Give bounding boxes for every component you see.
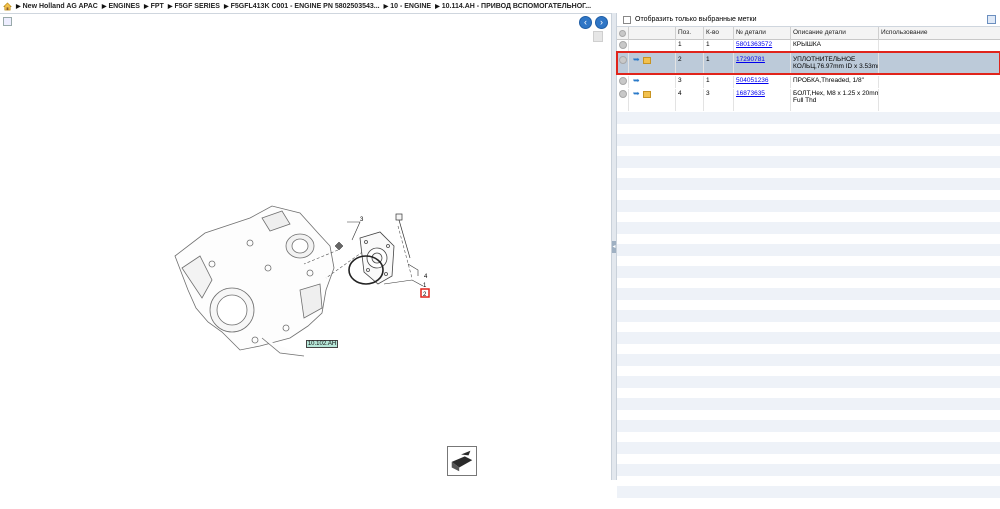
- cell-usage: [879, 52, 1000, 74]
- description-line-2: КОЛЬЦ,76.97mm ID x 3.53mm: [793, 63, 879, 70]
- cell-position: 3: [676, 76, 704, 88]
- table-row[interactable]: 1 1 5801363572 КРЫШКА: [617, 40, 1000, 52]
- cover-plate-drawing: [359, 231, 395, 285]
- parts-table-body: 1 1 5801363572 КРЫШКА ➥ 2 1 17290781 УПЛ…: [616, 40, 1000, 498]
- diagram-reference-link[interactable]: 10.102.AH: [306, 340, 338, 348]
- breadcrumb-item-fpt[interactable]: FPT: [151, 3, 164, 10]
- breadcrumb-item-brand[interactable]: New Holland AG APAC: [23, 3, 98, 10]
- description-line-2: Full Thd: [793, 97, 817, 104]
- part-number-link[interactable]: 504051236: [736, 77, 769, 84]
- header-select-all[interactable]: [617, 27, 629, 40]
- go-to-callout-icon[interactable]: ➥: [633, 77, 641, 85]
- add-to-basket-icon[interactable]: [643, 90, 651, 98]
- select-row-icon[interactable]: [619, 41, 627, 49]
- empty-row: [617, 497, 1000, 509]
- export-icon[interactable]: [447, 446, 477, 476]
- select-row-icon[interactable]: [619, 90, 627, 98]
- show-selected-only-checkbox[interactable]: [623, 15, 631, 24]
- breadcrumb-arrow-icon: ▶: [101, 4, 107, 10]
- parts-table-header: Поз. К-во № детали Описание детали Испол…: [617, 27, 1000, 40]
- cell-position: 1: [676, 40, 704, 52]
- cell-description: КРЫШКА: [791, 40, 879, 52]
- breadcrumb-arrow-icon: ▶: [383, 4, 389, 10]
- cell-description: ПРОБКА,Threaded, 1/8": [791, 76, 879, 88]
- exploded-view-diagram: 3 4 1 2: [174, 205, 430, 357]
- header-actions: [629, 27, 676, 40]
- bolt-drawing: [395, 213, 411, 259]
- part-number-link[interactable]: 16873635: [736, 90, 765, 97]
- table-row-selected[interactable]: ➥ 2 1 17290781 УПЛОТНИТЕЛЬНОЕ КОЛЬЦ,76.9…: [616, 51, 1000, 75]
- table-row[interactable]: ➥ 4 3 16873635 БОЛТ,Hex, M8 x 1.25 x 20m…: [617, 89, 1000, 111]
- cell-quantity: 1: [704, 52, 734, 74]
- part-number-link[interactable]: 17290781: [736, 56, 765, 63]
- cell-usage: [879, 40, 1000, 52]
- filter-bar: Отобразить только выбранные метки: [617, 13, 1000, 27]
- home-icon[interactable]: [3, 2, 12, 11]
- cell-usage: [879, 89, 1000, 111]
- cell-quantity: 1: [704, 76, 734, 88]
- description-line-1: КРЫШКА: [793, 41, 821, 48]
- engine-cover-drawing: [174, 205, 335, 357]
- header-part-number[interactable]: № детали: [734, 27, 791, 40]
- cell-quantity: 3: [704, 89, 734, 111]
- description-line-1: БОЛТ,Hex, M8 x 1.25 x 20mm,: [793, 90, 879, 97]
- table-row[interactable]: ➥ 3 1 504051236 ПРОБКА,Threaded, 1/8": [617, 76, 1000, 88]
- grid-settings-icon[interactable]: [987, 15, 996, 24]
- callout-3: 3: [360, 217, 364, 223]
- breadcrumb-item-engine-model[interactable]: F5GFL413K C001 - ENGINE PN 5802503543...: [231, 3, 380, 10]
- header-position[interactable]: Поз.: [676, 27, 704, 40]
- description-line-1: ПРОБКА,Threaded, 1/8": [793, 77, 864, 84]
- breadcrumb-item-section[interactable]: 10 - ENGINE: [390, 3, 431, 10]
- select-all-icon[interactable]: [619, 29, 626, 37]
- cell-position: 4: [676, 89, 704, 111]
- breadcrumb-arrow-icon: ▶: [16, 4, 21, 10]
- cell-quantity: 1: [704, 40, 734, 52]
- plug-drawing: [334, 241, 344, 251]
- header-description[interactable]: Описание детали: [791, 27, 879, 40]
- breadcrumb-item-series[interactable]: F5GF SERIES: [174, 3, 220, 10]
- diagram-pane: ‹ › 3 4 1 2 10.102.AH: [0, 13, 611, 480]
- breadcrumb-arrow-icon: ▶: [143, 4, 149, 10]
- breadcrumb-item-engines[interactable]: ENGINES: [108, 3, 140, 10]
- show-selected-only-label: Отобразить только выбранные метки: [635, 16, 757, 23]
- part-number-link[interactable]: 5801363572: [736, 41, 772, 48]
- parts-list-pane: Отобразить только выбранные метки Поз. К…: [616, 13, 1000, 498]
- breadcrumb-item-current[interactable]: 10.114.AH - ПРИВОД ВСПОМОГАТЕЛЬНОГ...: [442, 3, 591, 10]
- cell-description: УПЛОТНИТЕЛЬНОЕ КОЛЬЦ,76.97mm ID x 3.53mm: [791, 52, 879, 74]
- select-row-icon[interactable]: [619, 56, 627, 64]
- cell-description: БОЛТ,Hex, M8 x 1.25 x 20mm, Full Thd: [791, 89, 879, 111]
- go-to-callout-icon[interactable]: ➥: [633, 56, 641, 64]
- breadcrumb-arrow-icon: ▶: [167, 4, 173, 10]
- breadcrumb-arrow-icon: ▶: [435, 4, 440, 10]
- collapse-handle-icon[interactable]: ◂: [612, 241, 616, 253]
- cell-usage: [879, 76, 1000, 88]
- breadcrumb-arrow-icon: ▶: [223, 4, 229, 10]
- add-to-list-icon[interactable]: [3, 17, 12, 26]
- select-row-icon[interactable]: [619, 77, 627, 85]
- add-to-basket-icon[interactable]: [643, 56, 651, 64]
- cell-position: 2: [676, 52, 704, 74]
- go-to-callout-icon[interactable]: ➥: [633, 90, 641, 98]
- callout-4: 4: [424, 274, 428, 280]
- callout-1: 1: [423, 283, 427, 289]
- description-line-1: УПЛОТНИТЕЛЬНОЕ: [793, 56, 856, 63]
- breadcrumb: ▶ New Holland AG APAC ▶ ENGINES ▶ FPT ▶ F5GF…: [0, 0, 1000, 13]
- header-usage[interactable]: Использование: [879, 27, 1000, 40]
- header-quantity[interactable]: К-во: [704, 27, 734, 40]
